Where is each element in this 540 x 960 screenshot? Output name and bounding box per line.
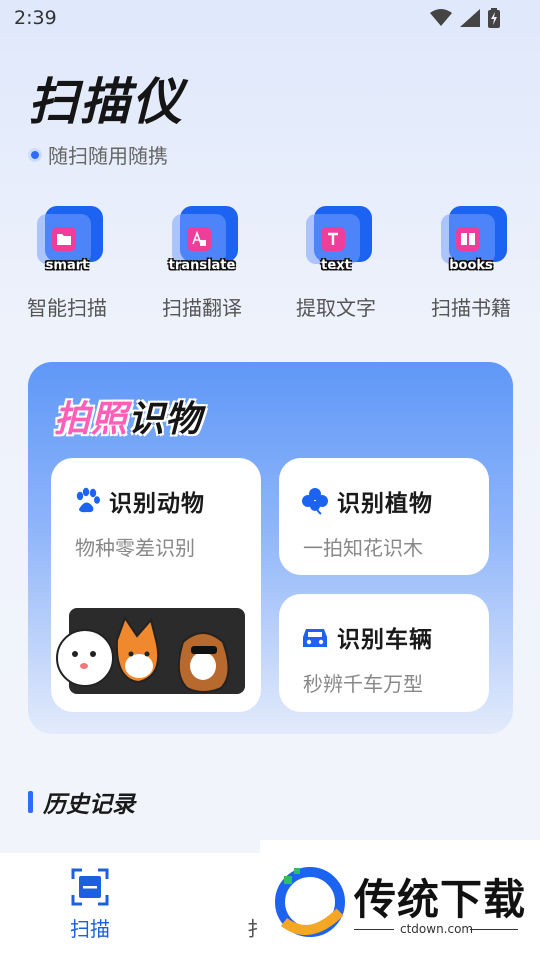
tool-label: 扫描书籍: [431, 296, 511, 320]
identify-animal-card[interactable]: 识别动物 物种零差识别: [51, 458, 261, 712]
card-subtitle: 一拍知花识木: [303, 536, 423, 560]
tool-label: 扫描翻译: [162, 296, 242, 320]
status-bar: 2:39: [0, 0, 540, 36]
watermark-text: 传统下载: [354, 875, 527, 924]
subtitle-dot-icon: [28, 147, 42, 162]
battery-icon: [488, 8, 500, 28]
watermark: 传统下载 ctdown.com: [260, 840, 540, 960]
history-title: 历史记录: [43, 792, 135, 818]
tool-extract-text[interactable]: text 提取文字: [271, 200, 401, 325]
clover-icon: [302, 488, 328, 515]
tool-scan-books[interactable]: books 扫描书籍: [406, 200, 536, 325]
watermark-url: ctdown.com: [400, 922, 474, 936]
status-icons: [430, 8, 500, 28]
scan-icon: [71, 868, 109, 906]
photo-title: 拍照识物: [54, 390, 202, 442]
card-subtitle: 物种零差识别: [75, 536, 195, 560]
card-title: 识别动物: [109, 491, 205, 517]
translate-icon: [187, 227, 211, 251]
photo-title-dark: 识物: [128, 399, 203, 440]
card-subtitle: 秒辨千车万型: [303, 672, 423, 696]
card-title: 识别植物: [337, 491, 433, 517]
tool-tag: translate: [168, 258, 236, 273]
nav-scan-label: 扫描: [70, 917, 110, 941]
paw-icon: [76, 487, 100, 513]
history-header: 历史记录: [28, 785, 135, 819]
app-title: 扫描仪: [28, 73, 184, 131]
book-icon: [456, 227, 480, 251]
signal-icon: [460, 9, 480, 27]
tool-grid: smart 智能扫描 translate 扫描翻译 text 提取文字 book…: [0, 200, 540, 330]
subtitle-row: 随扫随用随携: [28, 140, 168, 169]
folder-icon: [52, 227, 76, 251]
tool-label: 提取文字: [296, 296, 376, 320]
card-title: 识别车辆: [337, 627, 433, 653]
tool-smart-scan[interactable]: smart 智能扫描: [2, 200, 132, 325]
car-icon: [303, 629, 327, 647]
history-accent-bar: [28, 791, 33, 813]
identify-plant-card[interactable]: 识别植物 一拍知花识木: [279, 458, 489, 575]
dogs-illustration: [56, 608, 245, 694]
subtitle: 随扫随用随携: [48, 144, 168, 168]
status-time: 2:39: [14, 7, 57, 29]
wifi-icon: [430, 9, 452, 26]
watermark-logo: [275, 867, 345, 937]
tool-label: 智能扫描: [27, 296, 107, 320]
tool-scan-translate[interactable]: translate 扫描翻译: [137, 200, 267, 325]
tool-tag: books: [449, 258, 493, 273]
tool-tag: text: [321, 258, 351, 273]
nav-scan[interactable]: 扫描: [45, 867, 135, 942]
text-icon: [321, 227, 345, 251]
identify-vehicle-card[interactable]: 识别车辆 秒辨千车万型: [279, 594, 489, 712]
tool-tag: smart: [45, 258, 89, 273]
photo-title-pink: 拍照: [54, 399, 129, 440]
photo-recognition-panel: 拍照识物 识别动物 物种零差识别 识别植物 一拍知花识木 识别车辆 秒辨千车万型: [28, 362, 513, 734]
